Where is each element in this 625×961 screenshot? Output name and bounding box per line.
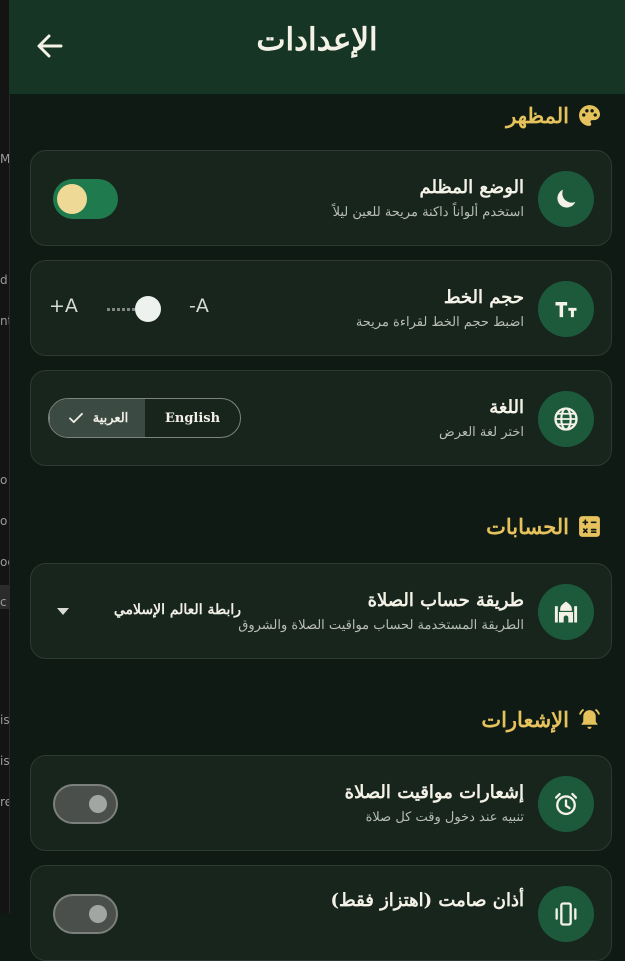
mosque-icon bbox=[554, 601, 578, 623]
prayer-alerts-toggle[interactable] bbox=[53, 784, 118, 824]
silent-adhan-title: أذان صامت (اهتزاز فقط) bbox=[330, 890, 525, 911]
font-size-title: حجم الخط bbox=[443, 287, 524, 308]
app-header: الإعدادات bbox=[9, 0, 625, 95]
toggle-knob bbox=[89, 905, 107, 923]
background-text: re bbox=[0, 795, 9, 809]
prayer-alerts-subtitle: تنبيه عند دخول وقت كل صلاة bbox=[365, 810, 524, 825]
background-text: is bbox=[0, 754, 10, 768]
dark-mode-toggle[interactable] bbox=[53, 179, 118, 219]
font-size-slider-thumb[interactable] bbox=[135, 296, 161, 322]
background-text: o bbox=[0, 514, 8, 528]
dark-mode-card: الوضع المظلم استخدم ألواناً داكنة مريحة … bbox=[30, 150, 612, 246]
vibrate-icon bbox=[555, 902, 577, 926]
alarm-clock-icon bbox=[554, 792, 578, 816]
section-title-notifications: الإشعارات bbox=[481, 707, 602, 732]
calculation-method-value: رابطة العالم الإسلامي bbox=[113, 602, 241, 618]
language-card: اللغة اختر لغة العرض العربية English bbox=[30, 370, 612, 466]
background-text: c bbox=[0, 595, 7, 609]
language-option-arabic[interactable]: العربية bbox=[49, 399, 145, 437]
toggle-knob bbox=[89, 795, 107, 813]
font-size-subtitle: اضبط حجم الخط لقراءة مريحة bbox=[355, 315, 524, 330]
silent-adhan-toggle[interactable] bbox=[53, 894, 118, 934]
font-decrease-button[interactable]: A- bbox=[189, 295, 209, 317]
calculation-method-card[interactable]: طريقة حساب الصلاة الطريقة المستخدمة لحسا… bbox=[30, 563, 612, 659]
section-title-text: المظهر bbox=[506, 103, 569, 128]
toggle-knob bbox=[57, 184, 87, 214]
language-title: اللغة bbox=[489, 397, 524, 418]
calculation-method-icon-badge bbox=[538, 584, 594, 640]
background-window-edge: M d nt o o oc c is is re bbox=[0, 0, 10, 913]
section-title-text: الإشعارات bbox=[481, 707, 569, 732]
silent-adhan-icon-badge bbox=[538, 886, 594, 942]
bell-icon bbox=[579, 709, 600, 729]
language-option-english[interactable]: English bbox=[145, 399, 240, 437]
font-size-card: حجم الخط اضبط حجم الخط لقراءة مريحة A+ A… bbox=[30, 260, 612, 356]
text-size-icon bbox=[555, 302, 577, 318]
section-title-calculations: الحسابات bbox=[486, 514, 602, 539]
section-title-appearance: المظهر bbox=[506, 103, 602, 128]
dark-mode-title: الوضع المظلم bbox=[419, 177, 524, 198]
palette-icon bbox=[579, 105, 601, 126]
language-segmented-control: العربية English bbox=[48, 398, 241, 438]
calculation-method-subtitle: الطريقة المستخدمة لحساب مواقيت الصلاة وا… bbox=[238, 618, 524, 633]
background-text: d bbox=[0, 273, 8, 287]
background-text: o bbox=[0, 473, 8, 487]
section-title-text: الحسابات bbox=[486, 514, 569, 539]
font-size-icon-badge bbox=[538, 281, 594, 337]
background-text: nt bbox=[0, 314, 9, 328]
language-subtitle: اختر لغة العرض bbox=[439, 425, 524, 440]
calculation-method-title: طريقة حساب الصلاة bbox=[367, 590, 524, 611]
prayer-alerts-title: إشعارات مواقيت الصلاة bbox=[344, 782, 524, 803]
check-icon bbox=[68, 412, 83, 424]
language-option-label: العربية bbox=[92, 410, 129, 426]
dark-mode-icon-badge bbox=[538, 171, 594, 227]
background-text: oc bbox=[0, 555, 9, 569]
moon-icon bbox=[557, 189, 576, 208]
prayer-alerts-card: إشعارات مواقيت الصلاة تنبيه عند دخول وقت… bbox=[30, 755, 612, 851]
calculator-icon bbox=[579, 516, 600, 537]
background-text: M bbox=[0, 152, 10, 166]
calculation-method-dropdown[interactable]: رابطة العالم الإسلامي bbox=[51, 594, 241, 630]
globe-icon bbox=[554, 407, 578, 431]
silent-adhan-card: أذان صامت (اهتزاز فقط) bbox=[30, 865, 612, 961]
prayer-alerts-icon-badge bbox=[538, 776, 594, 832]
language-icon-badge bbox=[538, 391, 594, 447]
background-text: is bbox=[0, 713, 10, 727]
dark-mode-subtitle: استخدم ألواناً داكنة مريحة للعين ليلاً bbox=[332, 205, 524, 220]
chevron-down-icon bbox=[57, 608, 69, 615]
language-option-label: English bbox=[164, 410, 221, 426]
page-title: الإعدادات bbox=[256, 22, 378, 58]
font-increase-button[interactable]: A+ bbox=[49, 295, 78, 317]
